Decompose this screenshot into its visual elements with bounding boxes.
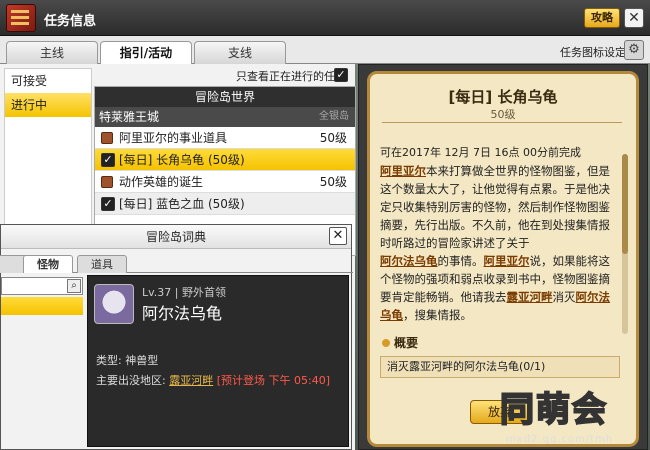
description-text: ，搜集情报。 (403, 308, 472, 322)
dictionary-search-input[interactable]: ⌕ (1, 277, 83, 295)
quest-level: 50级 (319, 175, 347, 189)
description-text: 的事情。 (437, 254, 484, 268)
quest-name: 动作英雄的诞生 (119, 175, 204, 189)
dictionary-popup: 冒险岛词典 ✕ 怪物 道具 ⌕ Lv.37 | 野外首领 阿尔法乌龟 类型: 神… (0, 224, 353, 450)
monster-name: 阿尔法乌龟 (142, 304, 223, 323)
tab-item[interactable]: 道具 (77, 255, 127, 273)
dictionary-title-bar[interactable]: 冒险岛词典 ✕ (1, 225, 351, 249)
gear-icon[interactable]: ⚙ (624, 40, 644, 60)
quest-checkbox[interactable]: ✓ (101, 197, 115, 211)
monster-area-note: [预计登场 下午 05:40] (216, 374, 330, 387)
monster-area: 主要出没地区: 露亚河畔 [预计登场 下午 05:40] (96, 372, 330, 388)
subregion-note: 全银岛 (319, 111, 349, 122)
title-bar[interactable]: 任务信息 攻略 ✕ (0, 0, 650, 36)
quest-name: [每日] 长角乌龟 (50级) (119, 153, 245, 167)
dictionary-list-selected[interactable] (1, 297, 83, 315)
dictionary-tabs: 怪物 道具 (0, 253, 353, 273)
region-header[interactable]: 冒险岛世界 (95, 87, 355, 107)
quest-deadline: 可在2017年 12月 7日 16点 00分前完成 (380, 146, 581, 159)
tab-guide-event[interactable]: 指引/活动 (100, 41, 192, 65)
monster-type: 类型: 神兽型 (96, 354, 159, 367)
status-in-progress[interactable]: 进行中 (5, 93, 91, 117)
search-icon[interactable]: ⌕ (67, 279, 81, 293)
monster-detail: Lv.37 | 野外首领 阿尔法乌龟 类型: 神兽型 主要出没地区: 露亚河畔 … (87, 275, 349, 447)
guide-button[interactable]: 攻略 (584, 8, 620, 28)
description-highlight[interactable]: 阿里亚尔 (380, 164, 426, 178)
overview-dot-icon (382, 339, 390, 347)
quest-checkbox[interactable]: ✓ (101, 153, 115, 167)
monster-area-link[interactable]: 露亚河畔 (169, 374, 213, 387)
quest-level: 50级 (319, 131, 347, 145)
description-scrollbar[interactable] (622, 154, 628, 334)
tab-main[interactable]: 主线 (6, 41, 98, 64)
overview-label: 概要 (394, 336, 419, 350)
monster-area-label: 主要出没地区: (96, 374, 166, 387)
subregion-header[interactable]: 特莱雅王城 全银岛 (95, 107, 355, 127)
description-text: 消灭 (552, 290, 576, 304)
watermark: 同萌会 mxd2.qq.com/tmh (499, 382, 650, 450)
window-title: 任务信息 (44, 14, 97, 29)
subregion-name: 特莱雅王城 (99, 110, 160, 124)
quest-row[interactable]: 阿里亚尔的事业道具 50级 (95, 127, 355, 149)
quest-book-icon (101, 132, 113, 144)
only-running-checkbox[interactable]: ✓ (334, 68, 348, 82)
description-highlight[interactable]: 阿尔法乌龟 (380, 254, 438, 268)
quest-row[interactable]: ✓ [每日] 蓝色之血 (50级) (95, 193, 355, 215)
monster-level: Lv.37 | 野外首领 (142, 286, 226, 299)
quest-tabs: 主线 指引/活动 支线 任务图标设定 ⚙ (0, 36, 650, 65)
monster-portrait-icon (94, 284, 134, 324)
quest-book-icon (101, 176, 113, 188)
description-highlight[interactable]: 露亚河畔 (507, 290, 553, 304)
close-button[interactable]: ✕ (624, 8, 644, 28)
watermark-url: mxd2.qq.com/tmh (506, 434, 614, 445)
quest-row-selected[interactable]: ✓ [每日] 长角乌龟 (50级) (95, 149, 355, 171)
divider (382, 122, 622, 123)
status-available[interactable]: 可接受 (5, 69, 91, 93)
quest-book-icon (6, 4, 36, 32)
quest-icon-settings-label: 任务图标设定 (560, 46, 626, 59)
watermark-logo: 同萌会 (499, 389, 608, 431)
quest-detail-level: 50级 (490, 108, 516, 121)
quest-row[interactable]: 动作英雄的诞生 50级 (95, 171, 355, 193)
only-running-label: 只查看正在进行的任务 (236, 70, 346, 83)
dictionary-title: 冒险岛词典 (145, 230, 206, 244)
quest-objective: 消灭露亚河畔的阿尔法乌龟(0/1) (380, 356, 620, 378)
description-highlight[interactable]: 阿里亚尔 (484, 254, 530, 268)
tab-monster[interactable]: 怪物 (23, 255, 73, 273)
dictionary-close-button[interactable]: ✕ (329, 227, 347, 245)
quest-detail-title: [每日] 长角乌龟 (448, 88, 558, 106)
quest-name: 阿里亚尔的事业道具 (119, 131, 228, 145)
quest-info-window: 任务信息 攻略 ✕ 主线 指引/活动 支线 任务图标设定 ⚙ 可接受 进行中 只… (0, 0, 650, 450)
quest-name: [每日] 蓝色之血 (50级) (119, 197, 245, 211)
quest-description: 阿里亚尔本来打算做全世界的怪物图鉴，但是这个数量太大了，让他觉得有点累。于是他决… (380, 162, 616, 324)
overview-header: 概要 (382, 334, 418, 351)
tab-side[interactable]: 支线 (194, 41, 286, 64)
